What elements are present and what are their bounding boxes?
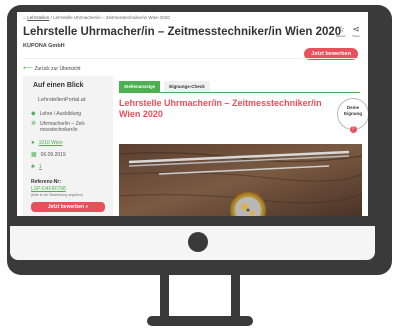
calendar-icon: ▦ (31, 152, 37, 158)
reference-number: LSP-D4F9F798 (31, 186, 66, 192)
question-icon: ? (349, 126, 357, 133)
graduation-cap-icon: ✲ (31, 121, 37, 127)
page-title: Lehrstelle Uhrmacher/in – Zeitmesstechni… (23, 26, 342, 38)
remember-button[interactable]: ☆ Merken (336, 24, 347, 39)
tab-underline (119, 92, 360, 93)
monitor-stand-right (231, 275, 240, 317)
apply-button-sidebar[interactable]: Jetzt bewerben » (31, 202, 105, 212)
job-photo (119, 144, 362, 216)
badge-line-2: Eignung (344, 111, 362, 116)
monitor-button (188, 232, 208, 252)
sidebar: Auf einen Blick LehrstellenPortal.at ◆ L… (23, 76, 113, 216)
header-actions: ☆ Merken ⋖ Teilen (336, 24, 360, 39)
job-heading: Lehrstelle Uhrmacher/in – Zeitmesstechni… (119, 98, 322, 119)
share-icon: ⋖ (352, 24, 360, 34)
breadcrumb: ⌂ Lehrstellen / Lehrstelle Uhrmacher/in … (23, 15, 170, 21)
reference-note: (bitte in der Bewerbung angeben) (31, 193, 83, 197)
monitor-stand-left (160, 275, 169, 317)
tag-icon: ◆ (31, 111, 36, 117)
header-divider (23, 58, 362, 59)
tab-eignungs-check[interactable]: Eignungs-Check (164, 81, 210, 92)
info-location: ● 1010 Wien (31, 140, 63, 146)
date-text: 06.09.2019 (40, 152, 66, 158)
back-label: Zurück zur Übersicht (34, 66, 81, 72)
info-type: ◆ Lehre / Ausbildung (31, 111, 81, 117)
info-profession: ✲ Uhrmacher/in – Zeit-messtechniker/in (31, 121, 86, 133)
home-icon[interactable]: ⌂ (23, 15, 26, 21)
badge-line-1: Deine (346, 105, 360, 110)
share-button[interactable]: ⋖ Teilen (352, 24, 360, 39)
info-date: ▦ 06.09.2019 (31, 152, 66, 158)
breadcrumb-link[interactable]: Lehrstellen (27, 15, 49, 20)
back-link[interactable]: ⟵ Zurück zur Übersicht (23, 64, 81, 72)
suitability-badge[interactable]: Deine Eignung ? (337, 98, 368, 133)
people-icon: ♣ (31, 164, 35, 170)
reference-heading: Referenz-Nr: (31, 179, 62, 185)
screen: ⌂ Lehrstellen / Lehrstelle Uhrmacher/in … (17, 12, 368, 216)
portal-logo: LehrstellenPortal.at (38, 97, 86, 103)
watchmaker-tools-image (119, 144, 362, 216)
company-name: KUPONA GmbH (23, 43, 65, 49)
share-label: Teilen (352, 34, 360, 38)
info-type-text: Lehre / Ausbildung (39, 111, 82, 117)
location-pin-icon: ● (31, 140, 35, 146)
positions-count: 1 (38, 164, 42, 170)
monitor-base (147, 316, 253, 326)
remember-label: Merken (336, 34, 347, 38)
sidebar-heading: Auf einen Blick (33, 82, 84, 89)
content-tabs: Stellenanzeige Eignungs-Check (119, 81, 210, 92)
tab-stellenanzeige[interactable]: Stellenanzeige (119, 81, 161, 92)
arrow-left-icon: ⟵ (23, 65, 34, 72)
star-icon: ☆ (337, 24, 346, 34)
info-positions: ♣ 1 (31, 164, 42, 170)
location-link[interactable]: 1010 Wien (39, 140, 63, 146)
breadcrumb-current: Lehrstelle Uhrmacher/in – Zeitmesstechni… (53, 15, 170, 20)
profession-line-2: messtechniker/in (40, 127, 78, 133)
